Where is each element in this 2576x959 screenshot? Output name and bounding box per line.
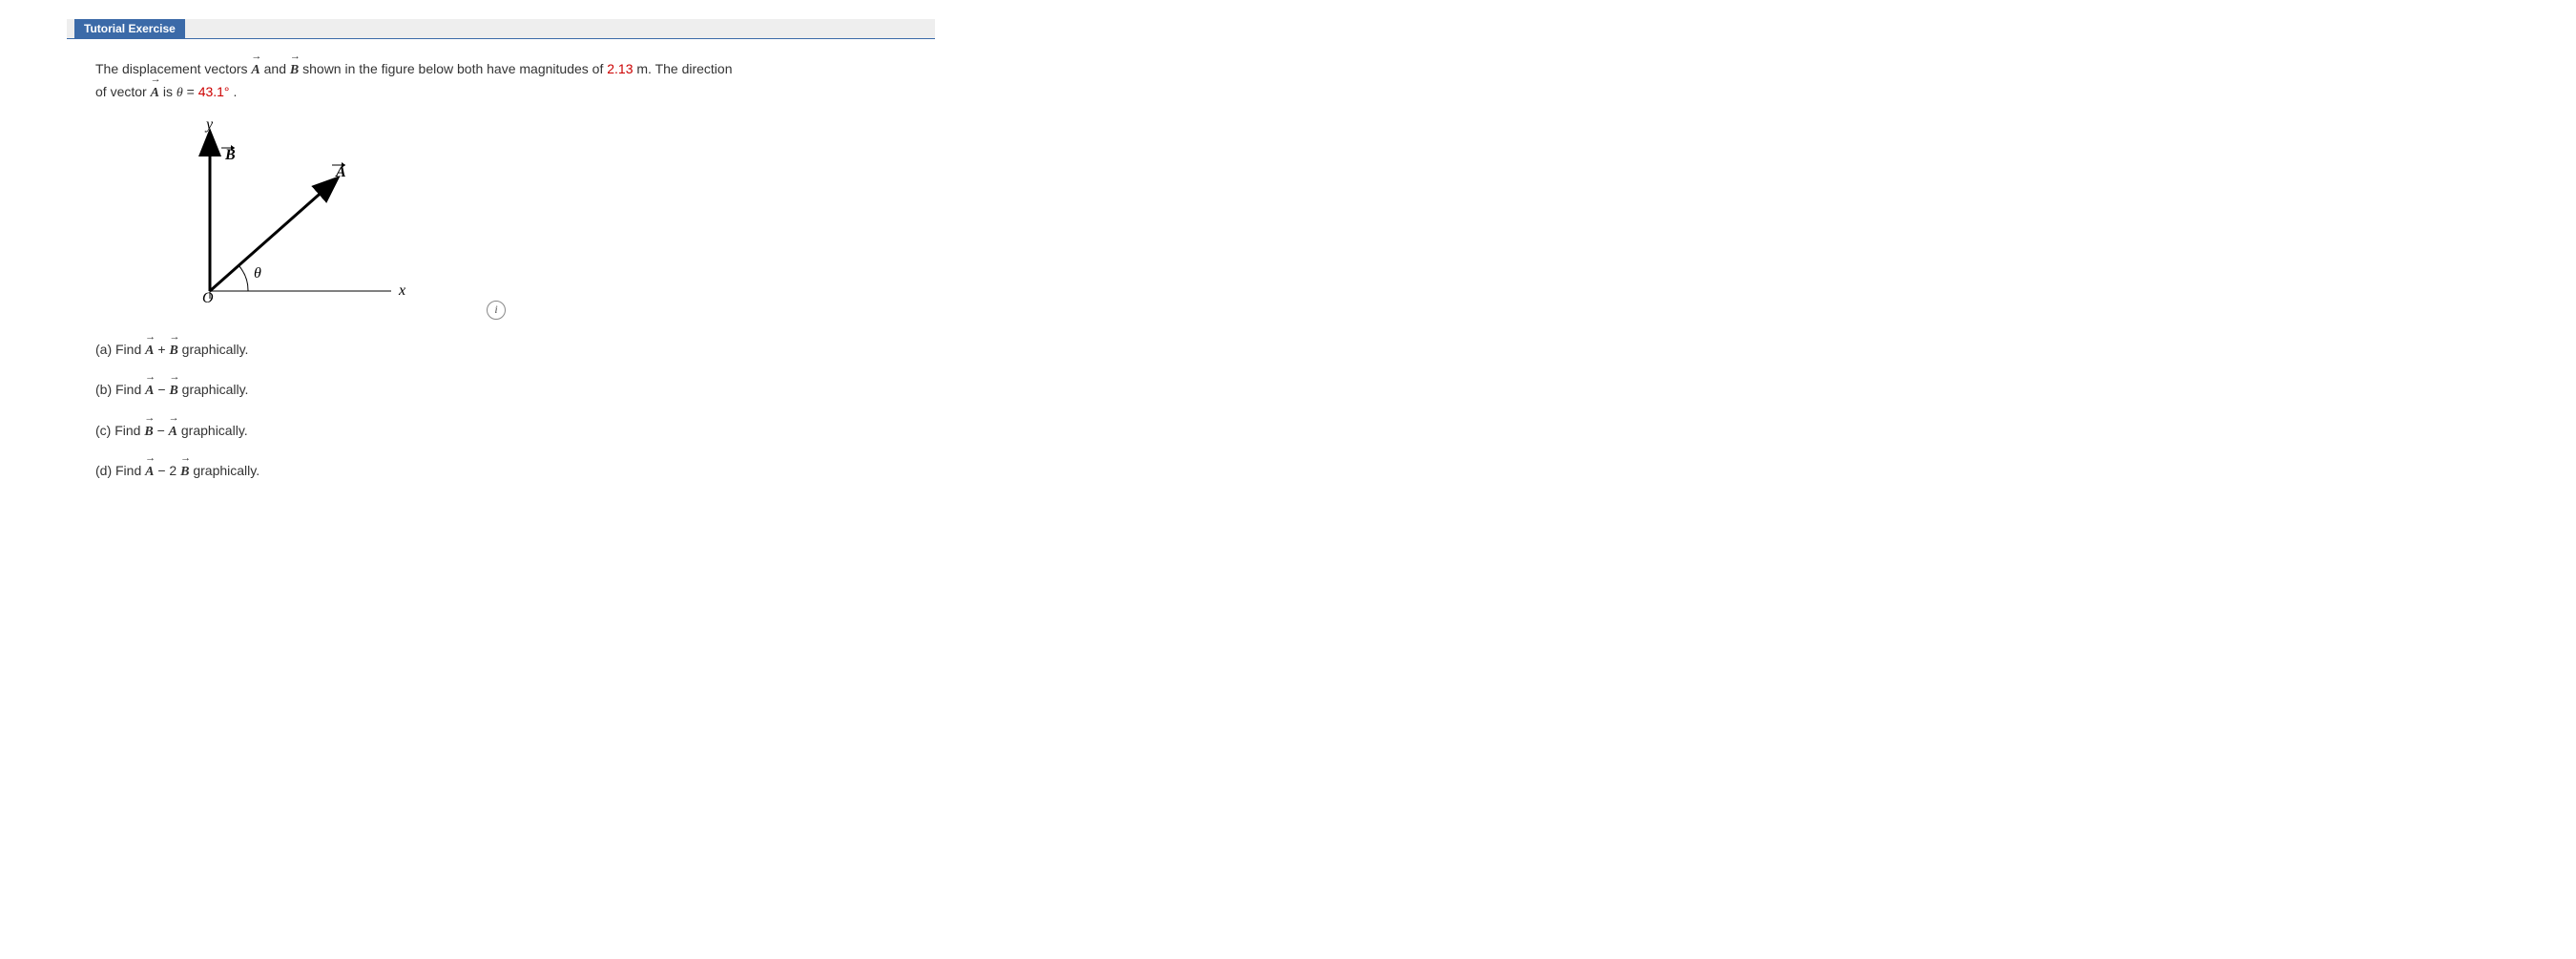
content-area: The displacement vectors A and B shown i… bbox=[67, 39, 935, 519]
operator: − 2 bbox=[157, 463, 177, 478]
vector-symbol: A bbox=[145, 339, 154, 362]
part-d-label: (d) Find bbox=[95, 463, 145, 478]
problem-statement: The displacement vectors A and B shown i… bbox=[95, 58, 906, 105]
text: The displacement vectors bbox=[95, 61, 251, 76]
text: of vector bbox=[95, 84, 151, 99]
part-c: (c) Find B − A graphically. bbox=[95, 420, 906, 443]
text: . bbox=[233, 84, 237, 99]
svg-text:y: y bbox=[204, 119, 214, 133]
svg-text:B: B bbox=[224, 147, 236, 163]
vector-figure: O x y B A θ bbox=[172, 119, 439, 320]
text: and bbox=[264, 61, 290, 76]
part-a-label: (a) Find bbox=[95, 342, 145, 357]
origin-label: O bbox=[202, 290, 214, 306]
text: shown in the figure below both have magn… bbox=[302, 61, 607, 76]
theta-symbol: θ bbox=[177, 86, 183, 100]
vector-symbol: B bbox=[169, 379, 177, 402]
section-title: Tutorial Exercise bbox=[74, 19, 185, 38]
part-d: (d) Find A − 2 B graphically. bbox=[95, 460, 906, 483]
operator: − bbox=[157, 423, 169, 438]
vector-symbol: A bbox=[145, 460, 154, 483]
operator: + bbox=[157, 342, 169, 357]
vector-symbol: B bbox=[169, 339, 177, 362]
question-parts: (a) Find A + B graphically. (b) Find A −… bbox=[95, 339, 906, 484]
info-icon[interactable]: i bbox=[487, 301, 506, 320]
part-b: (b) Find A − B graphically. bbox=[95, 379, 906, 402]
magnitude-value: 2.13 bbox=[607, 61, 633, 76]
vector-symbol: B bbox=[144, 420, 153, 443]
exercise-container: Tutorial Exercise The displacement vecto… bbox=[67, 19, 935, 519]
text: graphically. bbox=[182, 382, 249, 397]
part-b-label: (b) Find bbox=[95, 382, 145, 397]
text: graphically. bbox=[182, 342, 249, 357]
part-a: (a) Find A + B graphically. bbox=[95, 339, 906, 362]
angle-value: 43.1° bbox=[198, 84, 230, 99]
vector-symbol: B bbox=[180, 460, 189, 483]
text: is bbox=[163, 84, 177, 99]
vector-symbol: A bbox=[145, 379, 154, 402]
section-header: Tutorial Exercise bbox=[67, 19, 935, 39]
vector-b-symbol: B bbox=[290, 58, 299, 81]
svg-text:θ: θ bbox=[254, 265, 261, 281]
text: graphically. bbox=[181, 423, 248, 438]
svg-text:x: x bbox=[398, 282, 405, 299]
text: = bbox=[187, 84, 198, 99]
svg-text:A: A bbox=[335, 164, 346, 180]
vector-a-symbol: A bbox=[151, 81, 159, 104]
text: m. The direction bbox=[636, 61, 732, 76]
operator: − bbox=[157, 382, 169, 397]
text: graphically. bbox=[193, 463, 260, 478]
vector-symbol: A bbox=[169, 420, 177, 443]
vector-a-symbol: A bbox=[251, 58, 260, 81]
figure-container: O x y B A θ i bbox=[172, 119, 506, 320]
part-c-label: (c) Find bbox=[95, 423, 144, 438]
